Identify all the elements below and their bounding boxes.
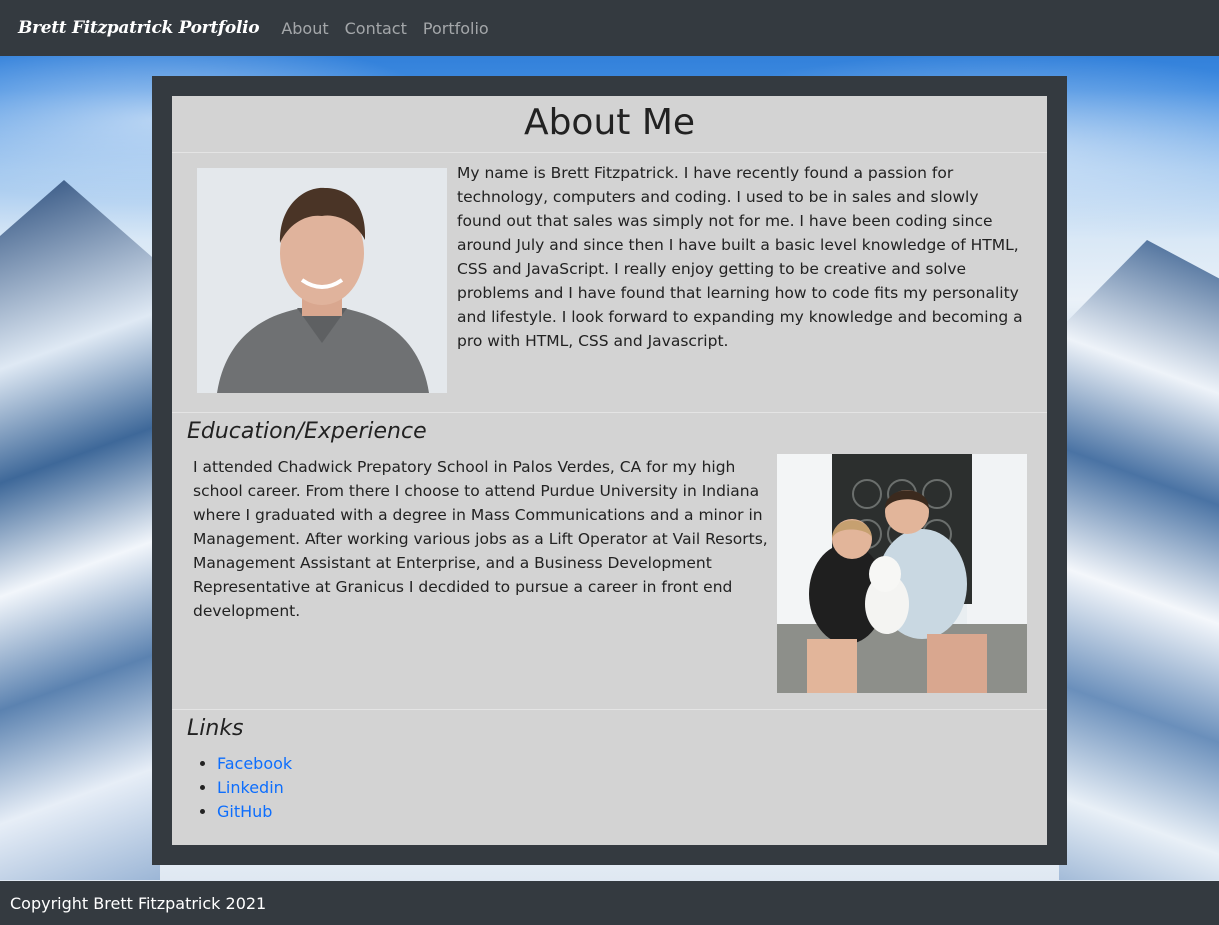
navbar: Brett Fitzpatrick Portfolio About Contac… — [0, 0, 1219, 56]
navbar-brand[interactable]: Brett Fitzpatrick Portfolio — [18, 18, 260, 38]
profile-photo — [197, 168, 447, 393]
links-section: Links Facebook Linkedin GitHub — [172, 710, 1047, 844]
nav-link-contact[interactable]: Contact — [345, 19, 407, 38]
list-item: Linkedin — [217, 776, 292, 800]
footer: Copyright Brett Fitzpatrick 2021 — [0, 881, 1219, 925]
education-section: Education/Experience I attended Chadwick… — [172, 413, 1047, 710]
background-mountain-left — [0, 180, 160, 880]
about-section: My name is Brett Fitzpatrick. I have rec… — [172, 153, 1047, 413]
couple-with-dog-photo — [777, 454, 1027, 693]
links-heading: Links — [187, 716, 244, 741]
education-text: I attended Chadwick Prepatory School in … — [193, 458, 768, 620]
footer-copyright: Copyright Brett Fitzpatrick 2021 — [10, 893, 267, 913]
nav-link-about[interactable]: About — [281, 19, 328, 38]
list-item: Facebook — [217, 752, 292, 776]
list-item: GitHub — [217, 800, 292, 824]
background-mountain-right — [1059, 240, 1219, 880]
nav-link-portfolio[interactable]: Portfolio — [423, 19, 489, 38]
facebook-link[interactable]: Facebook — [217, 754, 292, 773]
page-title: About Me — [172, 96, 1047, 153]
education-heading: Education/Experience — [187, 419, 427, 444]
content-frame: About Me My name is Brett Fitzpatrick. I… — [152, 76, 1067, 865]
about-text: My name is Brett Fitzpatrick. I have rec… — [457, 164, 1023, 350]
linkedin-link[interactable]: Linkedin — [217, 778, 284, 797]
github-link[interactable]: GitHub — [217, 802, 272, 821]
about-card: About Me My name is Brett Fitzpatrick. I… — [172, 96, 1047, 845]
links-list: Facebook Linkedin GitHub — [217, 752, 292, 824]
